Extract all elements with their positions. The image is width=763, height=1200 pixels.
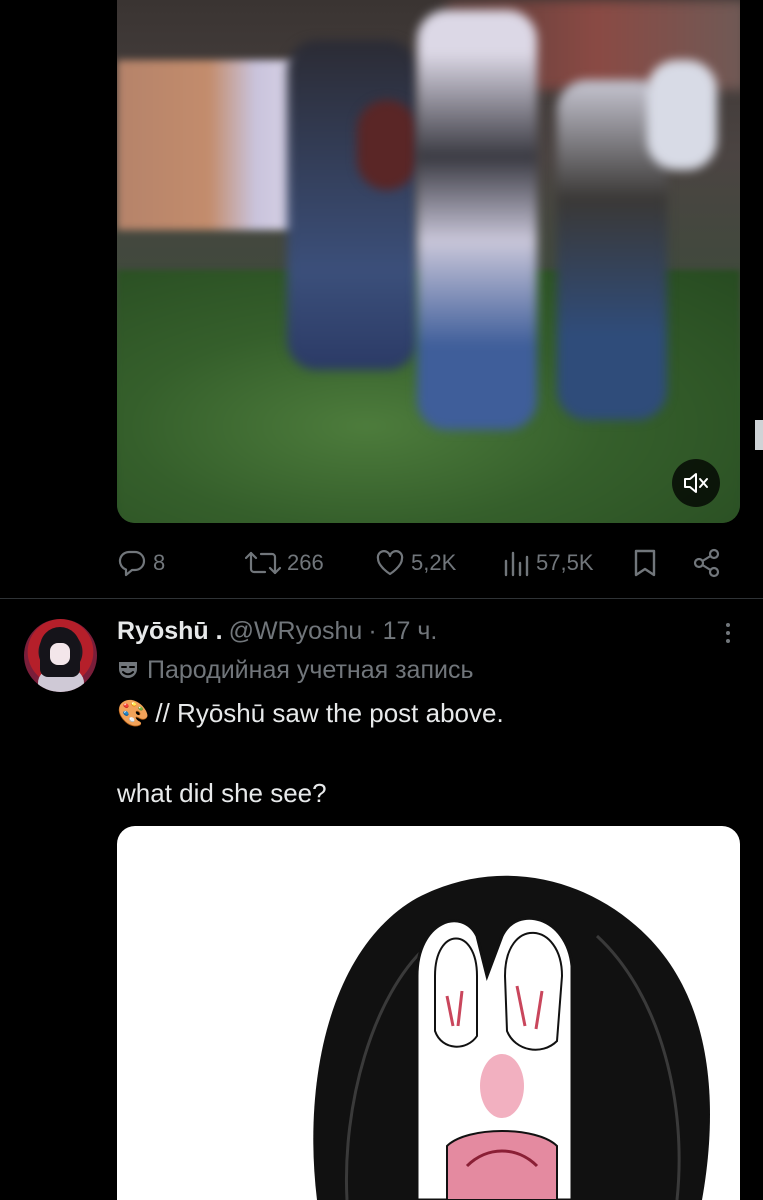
bookmark-button[interactable] [632,543,658,583]
like-count: 5,2K [411,550,457,575]
reply-button[interactable]: 8 [117,543,165,583]
bookmark-icon [634,549,656,577]
reply-count: 8 [153,550,166,575]
speaker-muted-icon [684,473,708,493]
timeline: 8 266 5,2K 57,5K Ryōshū . @WRyoshu · 17 … [0,0,763,1200]
heart-icon [376,550,404,576]
display-name[interactable]: Ryōshū . [117,617,223,646]
video-frame-figure [287,40,417,370]
share-button[interactable] [692,543,722,583]
views-count: 57,5K [536,550,594,575]
views-bar-chart-icon [504,551,529,577]
post-text-line: what did she see? [117,778,327,808]
avatar[interactable] [24,619,97,692]
parody-label-text: Пародийная учетная запись [147,655,474,684]
video-frame-figure [417,10,537,430]
post-video[interactable] [117,0,740,523]
like-button[interactable]: 5,2K [375,543,456,583]
post-text-line: 🎨 // Ryōshū saw the post above. [117,698,504,729]
post-divider [0,598,763,599]
post-timestamp[interactable]: 17 ч. [383,617,438,646]
user-handle[interactable]: @WRyoshu [229,617,363,646]
more-options-button[interactable] [718,618,738,648]
retweet-icon [245,551,281,575]
reply-icon [118,550,146,577]
scrollbar-thumb[interactable] [755,420,763,450]
post-image[interactable] [117,826,740,1200]
post-text: // Ryōshū saw the post above. [155,698,504,728]
share-icon [693,548,720,578]
separator-dot: · [368,616,377,645]
video-frame-figure [357,100,417,190]
parody-account-label[interactable]: Пародийная учетная запись [117,654,473,686]
post-action-bar: 8 266 5,2K 57,5K [117,543,727,583]
palette-emoji-icon: 🎨 [117,698,150,728]
retweet-button[interactable]: 266 [245,543,324,583]
post-header: Ryōshū . @WRyoshu · 17 ч. [117,614,437,648]
video-frame-figure [647,60,717,170]
views-button[interactable]: 57,5K [502,543,594,583]
more-dots-icon [726,623,730,627]
retweet-count: 266 [287,550,324,575]
meme-drawing [313,875,710,1200]
theater-mask-icon [119,662,137,678]
mute-button[interactable] [672,459,720,507]
